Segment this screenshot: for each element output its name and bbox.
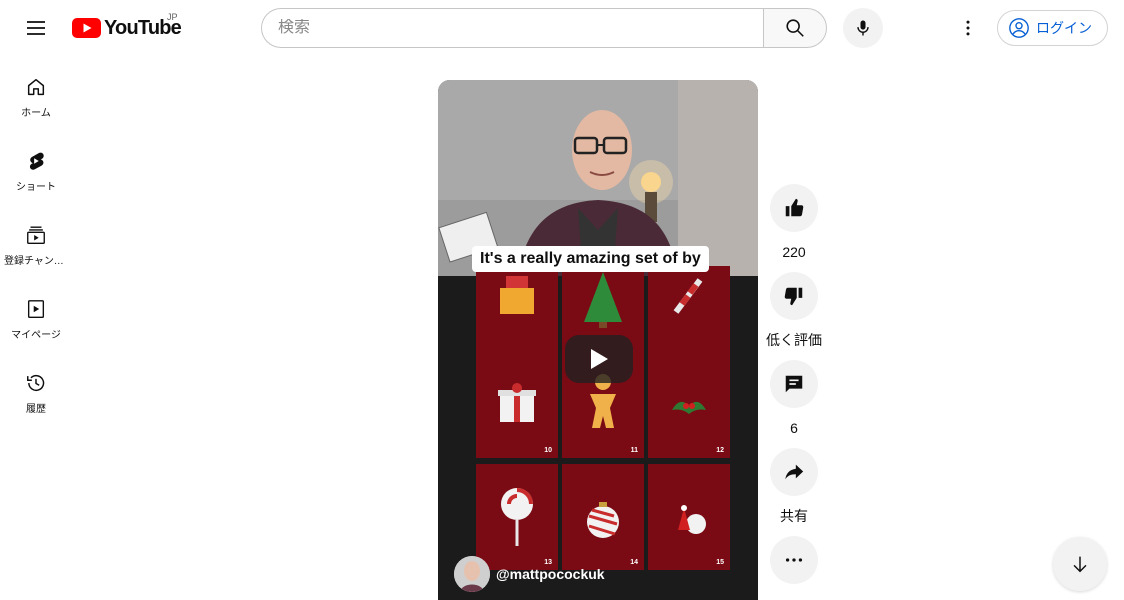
dislike-label: 低く評価 (766, 332, 822, 348)
play-icon (591, 349, 608, 369)
present-icon (498, 383, 536, 422)
comment-count: 6 (790, 420, 798, 436)
avatar-image (454, 556, 490, 592)
calendar-number: 14 (630, 559, 638, 566)
share-button[interactable] (770, 448, 818, 496)
guide-item-label: 履歴 (26, 404, 46, 415)
dislike-action: 低く評価 (766, 272, 822, 360)
hamburger-icon (27, 21, 45, 35)
like-count: 220 (782, 244, 806, 260)
history-icon (27, 375, 45, 392)
library-icon (27, 300, 45, 318)
youtube-logo[interactable]: YouTube (72, 14, 182, 42)
shorts-player[interactable]: 7 8 9 10 11 12 13 14 (438, 80, 758, 600)
guide-item-label: ホーム (21, 108, 51, 119)
search-button[interactable] (763, 8, 827, 48)
more-vertical-icon (966, 20, 970, 36)
more-horizontal-icon (785, 558, 803, 562)
like-action: 220 (767, 184, 821, 272)
calendar-cell: 13 (476, 464, 558, 570)
share-icon (785, 464, 804, 480)
play-button[interactable] (565, 335, 633, 383)
channel-info[interactable]: @mattpocockuk (454, 556, 605, 592)
thumb-up-icon (785, 198, 804, 217)
guide-item-history[interactable]: 履歴 (0, 352, 72, 426)
guide-menu-button[interactable] (16, 8, 56, 48)
santa-icon (678, 505, 706, 534)
dislike-button[interactable] (770, 272, 818, 320)
calendar-cell: 10 (476, 352, 558, 458)
search-icon (786, 19, 804, 37)
youtube-logo-icon (72, 18, 101, 38)
advent-calendar-grid: 7 8 9 10 11 12 13 14 (438, 266, 758, 600)
microphone-icon (857, 20, 869, 36)
guide-item-library[interactable]: マイページ (0, 278, 72, 352)
mini-guide: ホーム ショート 登録チャンネル マイページ 履歴 (0, 56, 72, 426)
account-icon (1009, 18, 1029, 38)
guide-item-label: 登録チャンネル (4, 256, 68, 267)
bauble-icon (587, 502, 619, 538)
login-label: ログイン (1036, 20, 1092, 36)
more-action (767, 536, 821, 584)
calendar-number: 11 (630, 447, 638, 454)
calendar-number: 12 (716, 447, 724, 454)
settings-more-button[interactable] (948, 8, 988, 48)
subscriptions-icon (27, 226, 45, 244)
calendar-number: 10 (544, 447, 552, 454)
voice-search-button[interactable] (843, 8, 883, 48)
region-code: JP (167, 12, 178, 22)
channel-avatar[interactable] (454, 556, 490, 592)
home-icon (27, 78, 45, 96)
guide-item-shorts[interactable]: ショート (0, 130, 72, 204)
calendar-cell: 14 (562, 464, 644, 570)
calendar-number: 15 (716, 559, 724, 566)
share-action: 共有 (767, 448, 821, 536)
login-button[interactable]: ログイン (997, 10, 1108, 46)
like-button[interactable] (770, 184, 818, 232)
video-caption: It's a really amazing set of by (472, 246, 709, 272)
guide-item-label: ショート (16, 182, 56, 193)
comments-action: 6 (767, 360, 821, 448)
next-video-button[interactable] (1053, 537, 1107, 591)
shorts-icon (29, 152, 44, 170)
more-actions-button[interactable] (770, 536, 818, 584)
calendar-cell: 12 (648, 352, 730, 458)
comment-icon (785, 375, 803, 393)
comments-button[interactable] (770, 360, 818, 408)
search-input[interactable] (278, 19, 764, 37)
guide-item-subscriptions[interactable]: 登録チャンネル (0, 204, 72, 278)
lollipop-icon (501, 488, 533, 546)
share-label: 共有 (780, 508, 808, 524)
channel-name[interactable]: @mattpocockuk (496, 566, 605, 582)
calendar-cell: 15 (648, 464, 730, 570)
search-box[interactable] (261, 8, 764, 48)
thumb-down-icon (784, 287, 803, 306)
shorts-action-bar: 220 低く評価 6 共有 (766, 184, 822, 584)
guide-item-label: マイページ (11, 330, 61, 341)
arrow-down-icon (1073, 556, 1087, 573)
masthead: YouTube JP ログイン (0, 0, 1124, 56)
guide-item-home[interactable]: ホーム (0, 56, 72, 130)
holly-icon (672, 401, 706, 414)
